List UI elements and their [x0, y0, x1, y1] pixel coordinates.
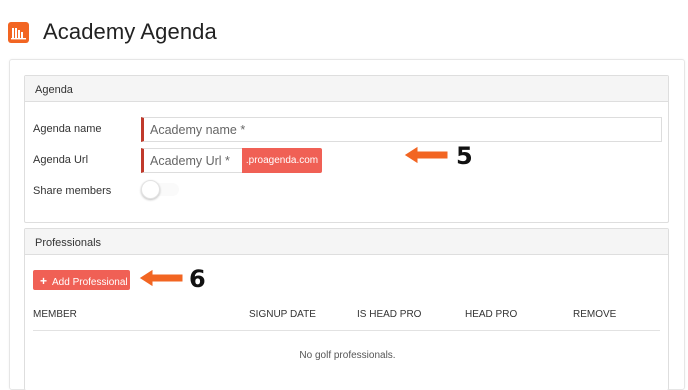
annotation-number: 6	[189, 265, 206, 293]
add-professional-button[interactable]: + Add Professional	[33, 270, 130, 290]
agenda-panel: Agenda Agenda name Academy name * Agenda…	[24, 75, 669, 223]
app-logo	[8, 22, 29, 43]
app-header: Academy Agenda	[0, 0, 688, 62]
annotation-arrow-icon	[139, 268, 184, 288]
table-divider	[33, 330, 660, 331]
agenda-name-label: Agenda name	[33, 123, 102, 135]
agenda-url-input[interactable]: Academy Url *	[141, 148, 242, 173]
agenda-name-input[interactable]: Academy name *	[141, 117, 662, 142]
page-title: Academy Agenda	[43, 19, 217, 44]
column-header-remove: REMOVE	[573, 309, 617, 320]
add-professional-label: Add Professional	[52, 277, 128, 288]
column-header-head-pro: HEAD PRO	[465, 309, 518, 320]
plus-icon: +	[40, 274, 48, 288]
url-suffix-addon: .proagenda.com	[242, 148, 322, 173]
column-header-member: MEMBER	[33, 309, 77, 320]
annotation-number: 5	[456, 142, 473, 170]
professionals-panel-heading: Professionals	[25, 229, 668, 255]
share-members-toggle[interactable]	[141, 180, 179, 199]
agenda-url-label: Agenda Url	[33, 154, 89, 166]
column-header-signup-date: SIGNUP DATE	[249, 309, 316, 320]
annotation-arrow-icon	[404, 145, 449, 165]
column-header-is-head-pro: IS HEAD PRO	[357, 309, 422, 320]
empty-table-message: No golf professionals.	[299, 350, 396, 361]
toggle-knob	[141, 180, 160, 199]
share-members-label: Share members	[33, 185, 112, 197]
agenda-panel-heading: Agenda	[25, 76, 668, 102]
bar-chart-icon	[11, 28, 26, 40]
professionals-panel: Professionals + Add Professional MEMBER S…	[24, 228, 669, 390]
